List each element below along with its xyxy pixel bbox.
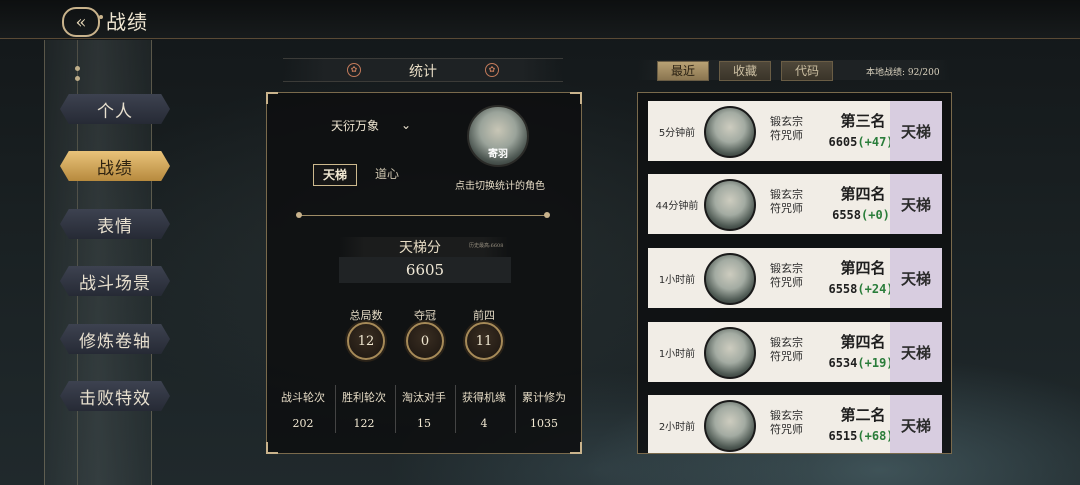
nav-dot-ornament bbox=[75, 66, 80, 71]
role-select[interactable]: 天衍万象 ⌄ bbox=[307, 116, 415, 134]
stat-label: 淘汰对手 bbox=[402, 391, 446, 404]
ladder-score-value: 6605 bbox=[405, 261, 445, 279]
record-time: 1小时前 bbox=[658, 274, 696, 286]
nav-dot-ornament bbox=[75, 76, 80, 81]
back-button[interactable]: « bbox=[62, 7, 100, 37]
nav-item-defeat-effect[interactable]: 击败特效 bbox=[60, 381, 170, 411]
record-time: 5分钟前 bbox=[658, 127, 696, 139]
character-name: 寄羽 bbox=[488, 149, 508, 160]
divider bbox=[299, 215, 549, 216]
badge-label-top4: 前四 bbox=[473, 309, 495, 322]
record-avatar bbox=[704, 179, 756, 231]
stat-opportunities: 获得机缘 4 bbox=[454, 389, 514, 430]
badge-label-wins: 夺冠 bbox=[414, 309, 436, 322]
stats-title: 统计 bbox=[409, 64, 437, 80]
record-avatar bbox=[704, 253, 756, 305]
record-mode: 天梯 bbox=[890, 101, 942, 161]
stat-cultivation: 累计修为 1035 bbox=[514, 389, 574, 430]
tab-code[interactable]: 代码 bbox=[781, 61, 833, 81]
record-sect: 锻玄宗 符咒师 bbox=[770, 262, 803, 289]
record-mode: 天梯 bbox=[890, 395, 942, 453]
character-avatar[interactable]: 寄羽 bbox=[467, 105, 529, 167]
record-rank: 第二名 bbox=[840, 406, 886, 424]
stats-header-bar: ✿ 统计 ✿ bbox=[283, 58, 563, 82]
record-sect: 锻玄宗 符咒师 bbox=[770, 115, 803, 142]
tab-ladder[interactable]: 天梯 bbox=[313, 164, 357, 186]
record-item[interactable]: 44分钟前 锻玄宗 符咒师 第四名 6558(+0) 天梯 bbox=[648, 174, 942, 234]
top-bar: « 战绩 bbox=[0, 0, 1080, 39]
corner-ornament bbox=[570, 92, 582, 104]
badge-total-games: 12 bbox=[347, 322, 385, 360]
record-sect: 锻玄宗 符咒师 bbox=[770, 409, 803, 436]
record-item[interactable]: 5分钟前 锻玄宗 符咒师 第三名 6605(+47) 天梯 bbox=[648, 101, 942, 161]
divider-dot bbox=[296, 212, 302, 218]
tab-daoxin[interactable]: 道心 bbox=[375, 164, 399, 184]
stat-victory-rounds: 胜利轮次 122 bbox=[334, 389, 394, 430]
nav-item-cultivation-scroll[interactable]: 修炼卷轴 bbox=[60, 324, 170, 354]
record-sect: 锻玄宗 符咒师 bbox=[770, 188, 803, 215]
page-title: 战绩 bbox=[106, 10, 148, 34]
record-rank: 第四名 bbox=[840, 333, 886, 351]
corner-ornament bbox=[266, 442, 278, 454]
record-avatar bbox=[704, 106, 756, 158]
stat-label: 获得机缘 bbox=[462, 391, 506, 404]
stat-value: 4 bbox=[480, 417, 488, 430]
stat-value: 15 bbox=[417, 417, 431, 430]
record-rank: 第三名 bbox=[840, 112, 886, 130]
record-mode: 天梯 bbox=[890, 174, 942, 234]
back-arrow-icon: « bbox=[75, 11, 87, 33]
stat-value: 1035 bbox=[530, 417, 558, 430]
corner-ornament bbox=[266, 92, 278, 104]
back-dot-ornament bbox=[99, 15, 103, 19]
stats-panel: 天衍万象 ⌄ 天梯 道心 寄羽 点击切换统计的角色 天梯分 历史最高:6608 … bbox=[266, 92, 582, 454]
record-time: 1小时前 bbox=[658, 348, 696, 360]
role-select-value: 天衍万象 bbox=[331, 118, 380, 133]
stat-battle-rounds: 战斗轮次 202 bbox=[273, 389, 333, 430]
nav-item-emotes[interactable]: 表情 bbox=[60, 209, 170, 239]
avatar-hint: 点击切换统计的角色 bbox=[455, 181, 545, 192]
record-avatar bbox=[704, 400, 756, 452]
chevron-down-icon: ⌄ bbox=[400, 118, 411, 132]
stat-value: 202 bbox=[292, 417, 314, 430]
ladder-history-best: 历史最高:6608 bbox=[469, 243, 504, 249]
record-mode: 天梯 bbox=[890, 248, 942, 308]
badge-top-four: 11 bbox=[465, 322, 503, 360]
tab-recent[interactable]: 最近 bbox=[657, 61, 709, 81]
ladder-score-label: 天梯分 bbox=[399, 240, 441, 256]
nav-item-battle-scene[interactable]: 战斗场景 bbox=[60, 266, 170, 296]
corner-ornament bbox=[570, 442, 582, 454]
stat-label: 累计修为 bbox=[522, 391, 566, 404]
stat-eliminations: 淘汰对手 15 bbox=[394, 389, 454, 430]
stat-value: 122 bbox=[353, 417, 375, 430]
stat-label: 战斗轮次 bbox=[281, 391, 325, 404]
record-time: 44分钟前 bbox=[655, 200, 699, 212]
local-record-count: 本地战绩: 92/200 bbox=[866, 68, 940, 78]
records-list[interactable]: 5分钟前 锻玄宗 符咒师 第三名 6605(+47) 天梯 44分钟前 锻玄宗 符咒… bbox=[637, 92, 952, 454]
divider-dot bbox=[544, 212, 550, 218]
record-item[interactable]: 1小时前 锻玄宗 符咒师 第四名 6558(+24) 天梯 bbox=[648, 248, 942, 308]
record-item[interactable]: 1小时前 锻玄宗 符咒师 第四名 6534(+19) 天梯 bbox=[648, 322, 942, 382]
record-item[interactable]: 2小时前 锻玄宗 符咒师 第二名 6515(+68) 天梯 bbox=[648, 395, 942, 453]
flower-ornament-icon: ✿ bbox=[485, 63, 499, 77]
record-mode: 天梯 bbox=[890, 322, 942, 382]
record-avatar bbox=[704, 327, 756, 379]
stat-label: 胜利轮次 bbox=[342, 391, 386, 404]
record-rank: 第四名 bbox=[840, 259, 886, 277]
badge-label-total: 总局数 bbox=[349, 309, 383, 322]
record-rank: 第四名 bbox=[840, 185, 886, 203]
record-time: 2小时前 bbox=[658, 421, 696, 433]
record-sect: 锻玄宗 符咒师 bbox=[770, 336, 803, 363]
nav-item-personal[interactable]: 个人 bbox=[60, 94, 170, 124]
nav-item-records[interactable]: 战绩 bbox=[60, 151, 170, 181]
badge-championships: 0 bbox=[406, 322, 444, 360]
tab-favorites[interactable]: 收藏 bbox=[719, 61, 771, 81]
